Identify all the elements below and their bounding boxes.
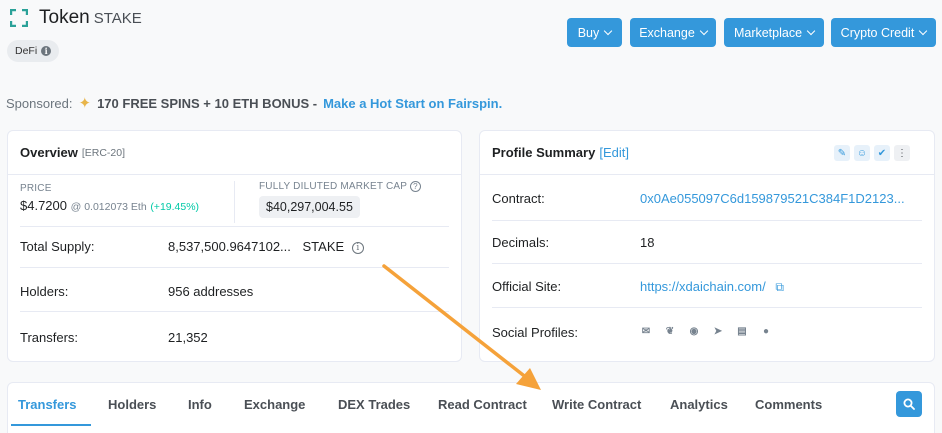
tab-transfers[interactable]: Transfers (18, 397, 77, 412)
total-supply-row-value: 8,537,500.9647102... STAKE i (168, 239, 364, 254)
profile-toolbar: ✎ ☺ ✔ ⋮ (834, 145, 910, 161)
whitepaper-icon[interactable]: ▤ (736, 325, 748, 337)
price-change: (+19.45%) (150, 201, 200, 213)
overview-subtitle: [ERC-20] (81, 146, 126, 159)
transfers-label: Transfers: (20, 330, 79, 345)
crypto-credit-button[interactable]: Crypto Credit (831, 18, 936, 47)
edit-link[interactable]: [Edit] (599, 145, 629, 160)
chevron-down-icon (919, 26, 928, 36)
token-symbol: STAKE (93, 10, 142, 27)
github-icon[interactable]: ◉ (688, 325, 700, 337)
sponsored-banner: Sponsored: ✦ 170 FREE SPINS + 10 ETH BON… (6, 94, 502, 112)
tab-dex-trades[interactable]: DEX Trades (338, 397, 410, 412)
check-icon[interactable]: ✔ (874, 145, 890, 161)
overview-title: Overview (20, 145, 78, 160)
official-site-label: Official Site: (492, 279, 562, 294)
profile-title: Profile Summary (492, 145, 596, 160)
transfers-value: 21,352 (168, 330, 208, 345)
marketplace-button[interactable]: Marketplace (724, 18, 824, 47)
buy-button[interactable]: Buy (567, 18, 622, 47)
contract-address-link[interactable]: 0x0Ae055097C6d159879521C384F1D2123... (640, 191, 905, 206)
decimals-label: Decimals: (492, 235, 550, 250)
tab-comments[interactable]: Comments (755, 397, 822, 412)
defi-tag[interactable]: DeFi i (7, 40, 60, 62)
contract-label: Contract: (492, 191, 545, 206)
search-icon (903, 398, 915, 410)
page-title: Token STAKE (39, 7, 142, 29)
exchange-button-label: Exchange (639, 25, 695, 40)
overview-card: Overview [ERC-20] PRICE $4.7200 @ 0.0120… (7, 130, 462, 362)
exchange-button[interactable]: Exchange (630, 18, 716, 47)
tab-read-contract[interactable]: Read Contract (438, 397, 527, 412)
divider (20, 311, 449, 312)
price-block: $4.7200 @ 0.012073 Eth (+19.45%) (20, 198, 199, 213)
magic-wand-icon[interactable]: ✎ (834, 145, 850, 161)
info-icon[interactable]: i (351, 241, 364, 254)
mcap-label-row: FULLY DILUTED MARKET CAP ? (259, 181, 421, 192)
total-supply-unit: STAKE (302, 239, 345, 254)
sponsored-text: 170 FREE SPINS + 10 ETH BONUS - (97, 95, 318, 111)
tab-info[interactable]: Info (188, 397, 212, 412)
gift-icon: ✦ (78, 95, 92, 112)
buy-button-label: Buy (577, 25, 600, 40)
email-icon[interactable]: ✉ (640, 325, 652, 337)
token-title-text: Token (39, 7, 90, 28)
divider (492, 263, 922, 264)
divider (20, 226, 449, 227)
divider (234, 181, 235, 223)
divider (20, 267, 449, 268)
defi-tag-label: DeFi (15, 45, 38, 57)
external-link-icon[interactable]: ⧉ (775, 280, 784, 294)
holders-value: 956 addresses (168, 284, 254, 299)
telegram-icon[interactable]: ➤ (712, 325, 724, 337)
overview-card-header: Overview [ERC-20] (8, 131, 461, 175)
token-logo-icon (9, 8, 29, 28)
mcap-value: $40,297,004.55 (259, 196, 360, 218)
price-value: $4.7200 (20, 198, 67, 213)
holders-label: Holders: (20, 284, 69, 299)
divider (492, 220, 922, 221)
mcap-label: FULLY DILUTED MARKET CAP (259, 181, 407, 193)
twitter-icon[interactable]: ❦ (664, 325, 676, 337)
coingecko-icon[interactable]: ● (760, 325, 772, 337)
tab-write-contract[interactable]: Write Contract (552, 397, 641, 412)
sponsored-link[interactable]: Make a Hot Start on Fairspin. (323, 96, 502, 111)
search-button[interactable] (896, 391, 922, 417)
chevron-down-icon (604, 26, 613, 36)
divider (492, 307, 922, 308)
info-icon: i (41, 46, 52, 56)
chevron-down-icon (806, 26, 816, 36)
tab-analytics[interactable]: Analytics (670, 397, 728, 412)
profile-summary-card: Profile Summary [Edit] ✎ ☺ ✔ ⋮ Contract:… (479, 130, 935, 362)
total-supply-label: Total Supply: (20, 239, 95, 254)
official-site-link[interactable]: https://xdaichain.com/ (640, 279, 766, 294)
social-icons: ✉ ❦ ◉ ➤ ▤ ● (640, 325, 772, 337)
crypto-credit-button-label: Crypto Credit (840, 25, 915, 40)
smile-icon[interactable]: ☺ (854, 145, 870, 161)
tab-holders[interactable]: Holders (108, 397, 156, 412)
total-supply-value: 8,537,500.9647102... (168, 239, 291, 254)
price-label: PRICE (20, 183, 52, 194)
social-profiles-label: Social Profiles: (492, 325, 578, 340)
price-eth: @ 0.012073 Eth (70, 201, 147, 213)
tab-exchange[interactable]: Exchange (244, 397, 305, 412)
official-site-row: https://xdaichain.com/ ⧉ (640, 279, 784, 295)
more-icon[interactable]: ⋮ (894, 145, 910, 161)
active-tab-indicator (11, 424, 91, 426)
decimals-value: 18 (640, 235, 655, 250)
marketplace-button-label: Marketplace (733, 25, 803, 40)
sponsored-label: Sponsored: (6, 95, 73, 111)
question-icon[interactable]: ? (409, 181, 421, 192)
chevron-down-icon (699, 26, 709, 36)
